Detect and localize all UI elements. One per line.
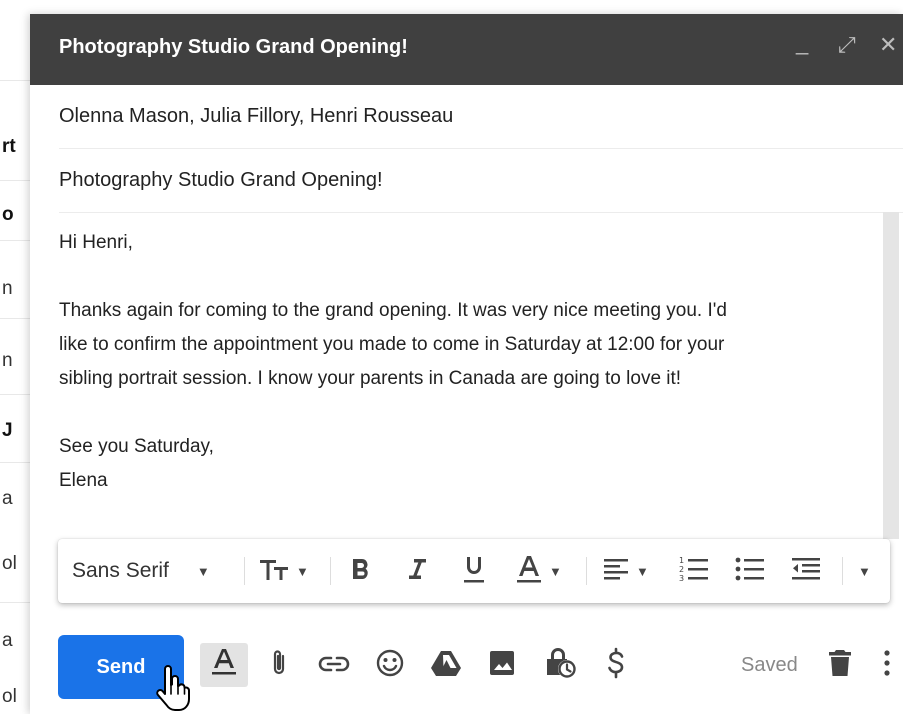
message-body[interactable]: Hi Henri, Thanks again for coming to the…	[59, 226, 881, 498]
inbox-divider	[0, 240, 32, 241]
insert-link-button[interactable]	[314, 648, 354, 684]
body-closing: See you Saturday,	[59, 436, 214, 457]
insert-drive-button[interactable]	[426, 648, 466, 684]
link-icon	[317, 652, 351, 680]
inbox-row-fragment: rt	[2, 136, 16, 157]
more-formatting-button[interactable]: ▼	[858, 539, 871, 603]
attach-icon	[269, 648, 289, 684]
recipients-value: Olenna Mason, Julia Fillory, Henri Rouss…	[59, 105, 454, 127]
formatting-options-icon	[211, 647, 237, 683]
confidential-icon	[543, 647, 577, 685]
align-icon	[602, 557, 630, 586]
italic-button[interactable]	[406, 539, 428, 603]
svg-text:2: 2	[679, 565, 684, 574]
more-formatting-icon: ▼	[858, 563, 871, 579]
more-options-button[interactable]	[876, 648, 898, 684]
inbox-row-fragment: n	[2, 278, 13, 299]
body-line: like to confirm the appointment you made…	[59, 334, 725, 355]
subject-value: Photography Studio Grand Opening!	[59, 169, 383, 191]
text-color-icon	[515, 554, 543, 589]
close-icon[interactable]: ✕	[879, 32, 897, 58]
fullscreen-icon[interactable]: ⤢	[838, 32, 856, 58]
confidential-mode-button[interactable]	[538, 648, 582, 684]
inbox-row-fragment: o	[2, 204, 14, 225]
body-scrollbar[interactable]	[883, 212, 899, 539]
numbered-list-button[interactable]: 123	[678, 539, 710, 603]
font-family-label: Sans Serif	[72, 559, 169, 582]
hand-pointer-icon	[155, 665, 191, 713]
body-signature: Elena	[59, 470, 108, 491]
bold-button[interactable]	[350, 539, 372, 603]
font-size-dropdown[interactable]: ▼	[258, 539, 309, 603]
inbox-background: rt o n n J a ol a ol	[0, 0, 32, 714]
photo-icon	[488, 649, 516, 683]
underline-button[interactable]	[460, 539, 488, 603]
chevron-down-icon: ▼	[549, 563, 562, 579]
more-options-icon	[884, 650, 890, 682]
body-greeting: Hi Henri,	[59, 232, 133, 253]
inbox-divider	[0, 602, 32, 603]
italic-icon	[406, 556, 428, 587]
send-money-button[interactable]	[598, 647, 634, 685]
indent-less-button[interactable]	[790, 539, 822, 603]
formatting-toolbar: Sans Serif ▼ ▼ ▼ ▼ 123 ▼	[58, 539, 890, 603]
bulleted-list-icon	[734, 555, 766, 588]
attach-button[interactable]	[264, 648, 294, 684]
svg-text:1: 1	[679, 556, 684, 565]
inbox-row-fragment: a	[2, 630, 13, 651]
inbox-row-fragment: a	[2, 488, 13, 509]
inbox-divider	[0, 394, 32, 395]
insert-emoji-button[interactable]	[370, 648, 410, 684]
chevron-down-icon: ▼	[196, 563, 210, 579]
insert-photo-button[interactable]	[482, 648, 522, 684]
formatting-options-button[interactable]	[200, 643, 248, 687]
inbox-row-fragment: ol	[2, 686, 17, 707]
emoji-icon	[375, 648, 405, 684]
compose-window: Photography Studio Grand Opening! _ ⤢ ✕ …	[30, 14, 903, 714]
bold-icon	[350, 556, 372, 587]
indent-less-icon	[790, 556, 822, 587]
inbox-row-fragment: n	[2, 350, 13, 371]
numbered-list-icon: 123	[678, 555, 710, 588]
inbox-divider	[0, 318, 32, 319]
minimize-icon[interactable]: _	[796, 30, 808, 56]
inbox-row-fragment: J	[2, 420, 13, 441]
body-line: sibling portrait session. I know your pa…	[59, 368, 682, 389]
recipients-field[interactable]: Olenna Mason, Julia Fillory, Henri Rouss…	[59, 85, 903, 149]
inbox-divider	[0, 180, 32, 181]
chevron-down-icon: ▼	[636, 563, 649, 579]
discard-draft-button[interactable]	[824, 648, 856, 684]
bulleted-list-button[interactable]	[734, 539, 766, 603]
inbox-divider	[0, 462, 32, 463]
font-family-dropdown[interactable]: Sans Serif ▼	[72, 539, 210, 603]
compose-titlebar[interactable]: Photography Studio Grand Opening! _ ⤢ ✕	[30, 14, 903, 85]
align-dropdown[interactable]: ▼	[602, 539, 649, 603]
compose-title: Photography Studio Grand Opening!	[59, 36, 408, 58]
body-line: Thanks again for coming to the grand ope…	[59, 300, 727, 321]
payment-icon	[605, 647, 627, 685]
trash-icon	[828, 648, 852, 684]
inbox-divider	[0, 80, 32, 81]
font-size-icon	[258, 556, 290, 587]
draft-saved-status: Saved	[741, 654, 798, 676]
underline-icon	[460, 554, 488, 589]
subject-field[interactable]: Photography Studio Grand Opening!	[59, 149, 903, 213]
text-color-dropdown[interactable]: ▼	[515, 539, 562, 603]
drive-icon	[430, 649, 462, 683]
svg-text:3: 3	[679, 574, 684, 583]
inbox-row-fragment: ol	[2, 553, 17, 574]
chevron-down-icon: ▼	[296, 563, 309, 579]
